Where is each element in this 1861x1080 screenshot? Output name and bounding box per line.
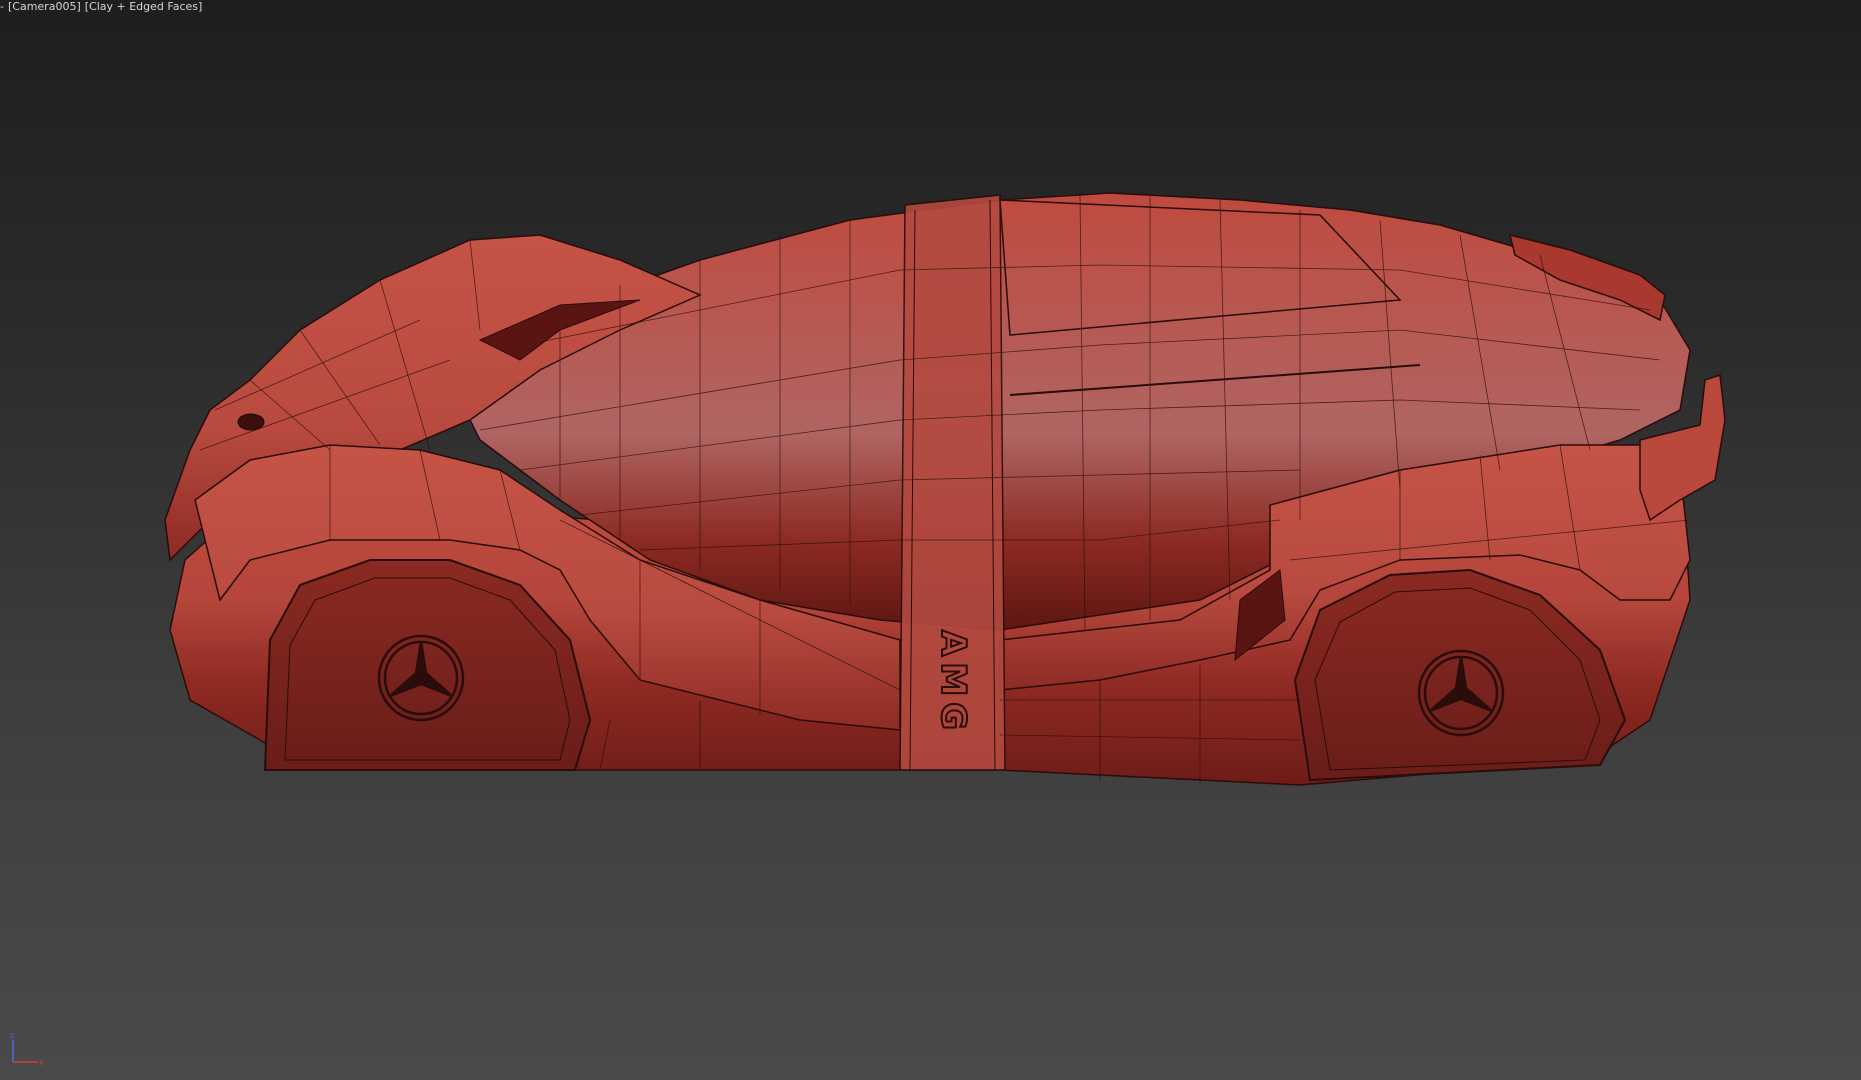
headlight [237, 413, 265, 431]
amg-logo: AMG [933, 630, 973, 736]
x-axis-label: x [39, 1058, 44, 1067]
axis-gizmo: z x [10, 1031, 44, 1067]
car-model[interactable]: AMG [0, 0, 1861, 1080]
viewport[interactable]: - [Camera005] [Clay + Edged Faces] AMG z… [0, 0, 1861, 1080]
z-axis-label: z [10, 1031, 14, 1040]
